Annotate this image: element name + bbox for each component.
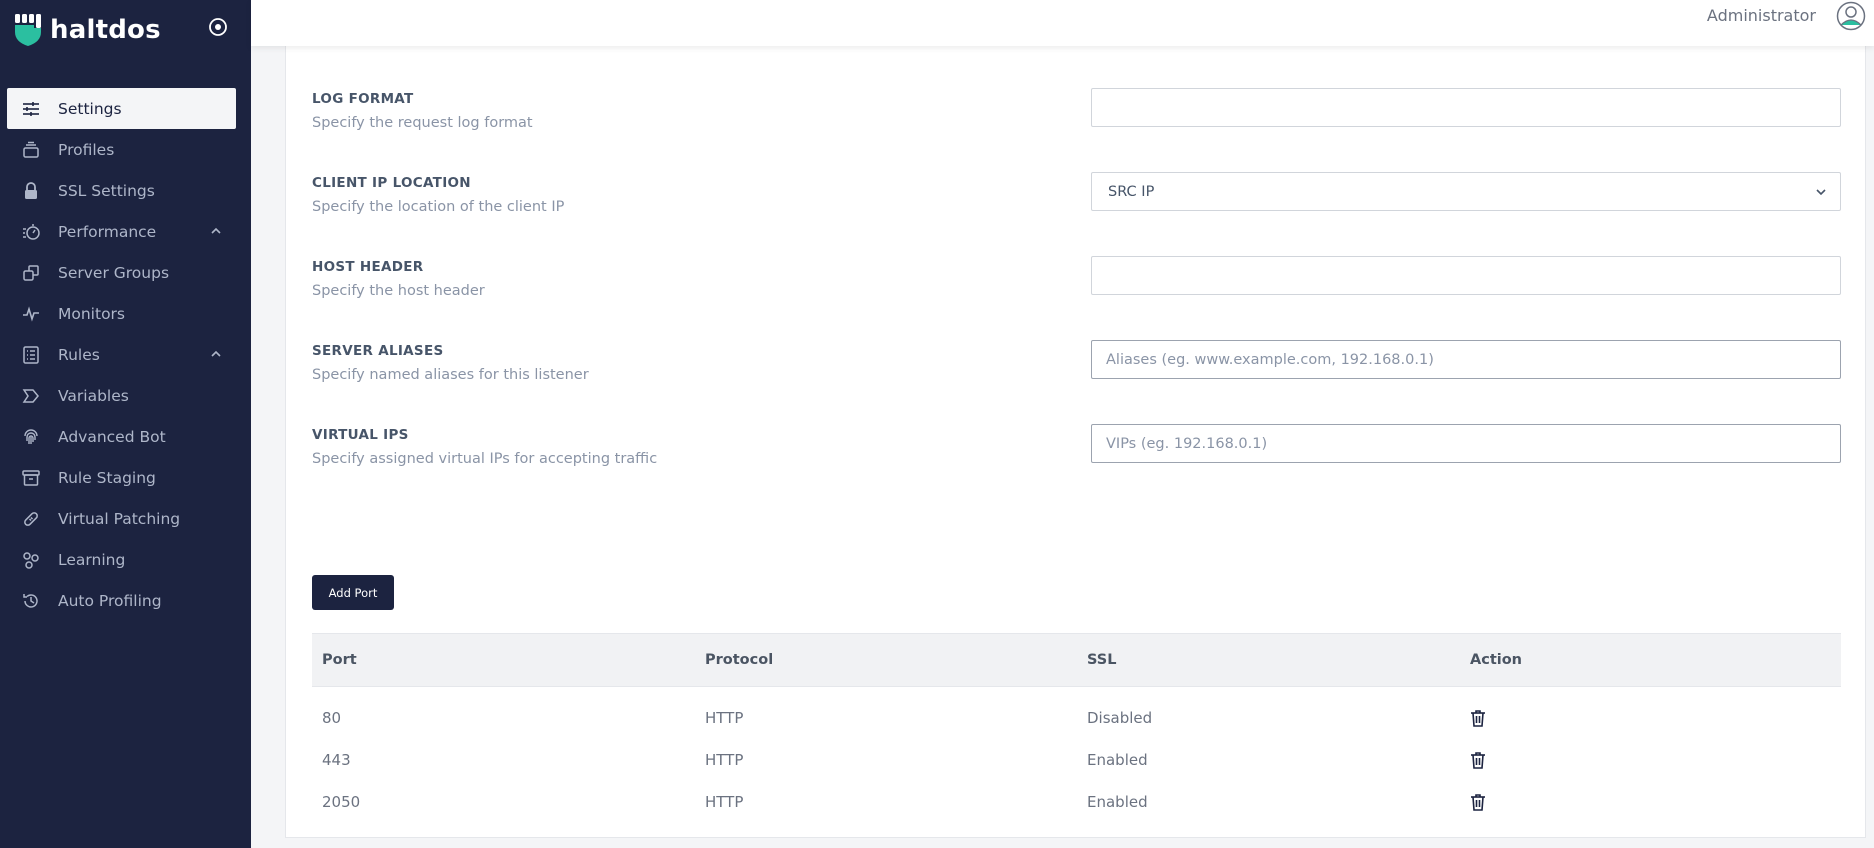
sidebar-item-performance[interactable]: Performance [7,211,236,252]
ssl-cell: Enabled [1087,792,1148,811]
sidebar-item-label: Monitors [58,304,125,323]
field-description: Specify named aliases for this listener [312,367,589,383]
field-description: Specify the request log format [312,115,533,131]
topbar: Administrator [251,0,1874,46]
history-icon [21,591,41,611]
performance-icon [21,222,41,242]
chevron-up-icon[interactable] [208,223,224,239]
sidebar-item-label: Settings [58,99,122,118]
sidebar-item-label: Rules [58,345,100,364]
sidebar-item-server-groups[interactable]: Server Groups [7,252,236,293]
field-label: LOG FORMAT [312,91,414,107]
listener-settings-card: LOG FORMAT Specify the request log forma… [285,30,1866,838]
sidebar: haltdos Settings Profiles SSL Settings P… [0,0,251,848]
port-cell: 2050 [322,792,361,811]
port-cell: 80 [322,708,342,727]
log-format-field: LOG FORMAT Specify the request log forma… [312,91,533,131]
server-aliases-field: SERVER ALIASES Specify named aliases for… [312,343,589,383]
server-groups-icon [21,263,41,283]
sidebar-item-label: Advanced Bot [58,427,166,446]
protocol-cell: HTTP [705,708,744,727]
target-icon[interactable] [208,17,228,37]
sidebar-item-label: Learning [58,550,126,569]
add-port-button[interactable]: Add Port [312,575,394,610]
action-cell [1460,687,1841,739]
chevron-up-icon[interactable] [208,346,224,362]
table-row: 443 HTTP Enabled [312,739,1841,781]
rules-icon [21,345,41,365]
archive-icon [21,468,41,488]
sidebar-item-advanced-bot[interactable]: Advanced Bot [7,416,236,457]
brand-name: haltdos [50,15,161,45]
profiles-icon [21,140,41,160]
field-description: Specify the host header [312,283,485,299]
host-header-field: HOST HEADER Specify the host header [312,259,485,299]
sidebar-item-learning[interactable]: Learning [7,539,236,580]
client-ip-location-field: CLIENT IP LOCATION Specify the location … [312,175,564,215]
sidebar-item-settings[interactable]: Settings [7,88,236,129]
protocol-cell: HTTP [705,750,744,769]
sidebar-item-label: Rule Staging [58,468,156,487]
sidebar-item-rule-staging[interactable]: Rule Staging [7,457,236,498]
user-avatar-icon[interactable] [1836,1,1866,31]
column-header-ssl[interactable]: SSL [1077,633,1460,687]
sidebar-item-ssl-settings[interactable]: SSL Settings [7,170,236,211]
virtual-ips-input[interactable] [1091,424,1841,463]
sidebar-item-label: Variables [58,386,129,405]
trash-icon[interactable] [1470,793,1486,811]
virtual-ips-field: VIRTUAL IPS Specify assigned virtual IPs… [312,427,657,467]
table-row: 2050 HTTP Enabled [312,781,1841,823]
lock-icon [21,181,41,201]
ports-table: Port Protocol SSL Action 80 HTTP Disable… [312,633,1841,823]
sidebar-item-label: Performance [58,222,157,241]
sidebar-item-variables[interactable]: Variables [7,375,236,416]
sidebar-item-virtual-patching[interactable]: Virtual Patching [7,498,236,539]
variables-icon [21,386,41,406]
brand[interactable]: haltdos [14,12,161,48]
action-cell [1460,781,1841,823]
field-label: VIRTUAL IPS [312,427,409,443]
ssl-cell: Enabled [1087,750,1148,769]
protocol-cell: HTTP [705,792,744,811]
action-cell [1460,739,1841,781]
trash-icon[interactable] [1470,709,1486,727]
fingerprint-icon [21,427,41,447]
table-row: 80 HTTP Disabled [312,687,1841,739]
table-header-row: Port Protocol SSL Action [312,633,1841,687]
field-label: SERVER ALIASES [312,343,444,359]
port-cell: 443 [322,750,351,769]
client-ip-location-select[interactable]: SRC IP [1091,172,1841,211]
log-format-input[interactable] [1091,88,1841,127]
field-description: Specify the location of the client IP [312,199,565,215]
field-label: CLIENT IP LOCATION [312,175,471,191]
sidebar-item-label: Server Groups [58,263,170,282]
sidebar-item-profiles[interactable]: Profiles [7,129,236,170]
bandage-icon [21,509,41,529]
sidebar-nav: Settings Profiles SSL Settings Performan… [7,88,236,621]
column-header-protocol[interactable]: Protocol [695,633,1077,687]
sidebar-item-rules[interactable]: Rules [7,334,236,375]
sidebar-item-label: SSL Settings [58,181,155,200]
pulse-icon [21,304,41,324]
server-aliases-input[interactable] [1091,340,1841,379]
chevron-down-icon [1816,189,1826,196]
sidebar-item-auto-profiling[interactable]: Auto Profiling [7,580,236,621]
column-header-action: Action [1460,633,1841,687]
learning-icon [21,550,41,570]
sidebar-item-label: Auto Profiling [58,591,162,610]
ssl-cell: Disabled [1087,708,1153,727]
select-value: SRC IP [1108,183,1155,200]
sidebar-item-monitors[interactable]: Monitors [7,293,236,334]
user-name[interactable]: Administrator [1707,6,1816,25]
sidebar-item-label: Virtual Patching [58,509,181,528]
haltdos-logo-icon [15,14,41,46]
trash-icon[interactable] [1470,751,1486,769]
host-header-input[interactable] [1091,256,1841,295]
field-description: Specify assigned virtual IPs for accepti… [312,451,658,467]
sliders-icon [21,99,41,119]
field-label: HOST HEADER [312,259,424,275]
sidebar-item-label: Profiles [58,140,115,159]
column-header-port[interactable]: Port [312,633,695,687]
